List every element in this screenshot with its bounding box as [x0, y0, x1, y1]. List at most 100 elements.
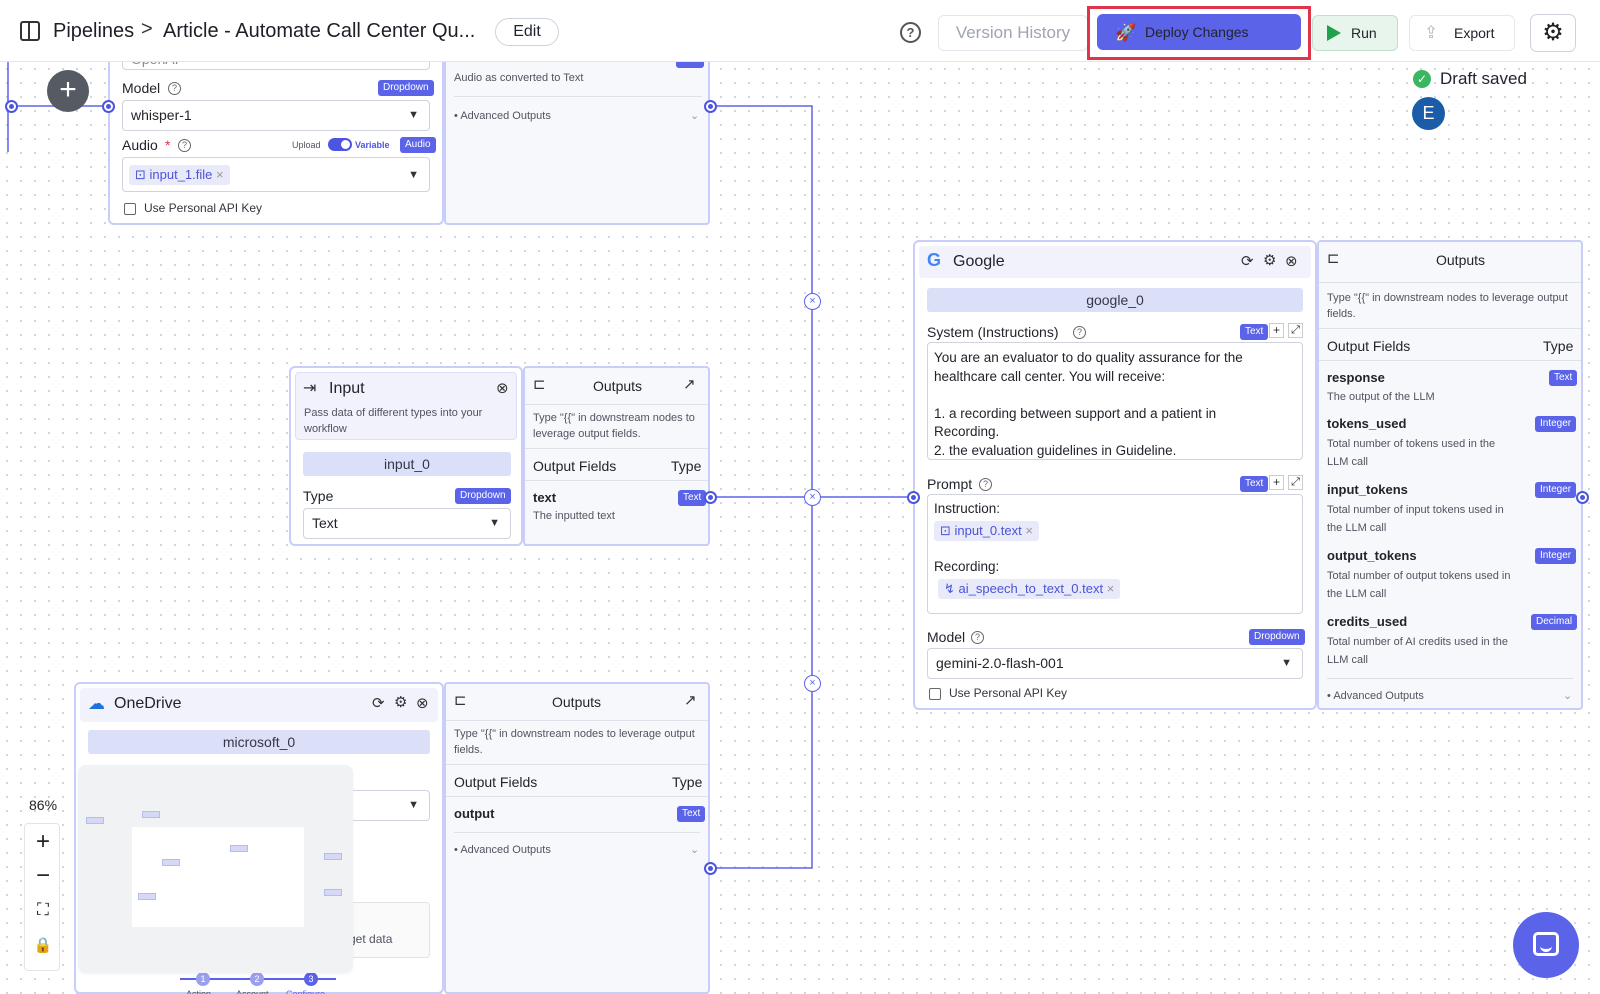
connection-port[interactable] [5, 100, 18, 113]
edge-delete-icon[interactable]: × [804, 675, 821, 692]
run-button[interactable]: Run [1312, 15, 1398, 51]
system-instructions-textarea[interactable]: You are an evaluator to do quality assur… [927, 342, 1303, 460]
step-3[interactable]: 3 [304, 972, 318, 986]
help-icon[interactable]: ? [1073, 326, 1086, 339]
export-button[interactable]: ⇪ Export [1409, 15, 1515, 51]
chevron-down-icon[interactable]: ⌄ [1563, 688, 1572, 704]
node-title: Input [329, 380, 365, 397]
help-icon[interactable]: ? [971, 631, 984, 644]
personal-key-checkbox[interactable] [124, 203, 136, 215]
edit-button[interactable]: Edit [495, 18, 559, 46]
gear-icon[interactable]: ⚙ [1263, 253, 1276, 269]
edge-delete-icon[interactable]: × [804, 489, 821, 506]
refresh-icon[interactable]: ⟳ [1241, 254, 1254, 270]
chevron-down-icon[interactable]: ⌄ [690, 842, 699, 858]
connection-port[interactable] [1576, 491, 1589, 504]
node-id-badge[interactable]: google_0 [927, 288, 1303, 312]
close-icon[interactable]: ⊗ [416, 696, 429, 712]
connection-port[interactable] [102, 100, 115, 113]
help-icon[interactable]: ? [168, 82, 181, 95]
divider [454, 96, 702, 97]
minimap-node [142, 811, 160, 818]
minimap-node [324, 889, 342, 896]
prompt-instruction-text: Instruction: [934, 501, 1001, 516]
chip-remove-icon[interactable]: × [1025, 523, 1033, 538]
help-icon[interactable]: ? [178, 139, 191, 152]
collapse-panel-icon[interactable]: ⊏ [454, 693, 467, 709]
rocket-icon: 🚀 [1115, 23, 1137, 42]
collapse-panel-icon[interactable]: ⊏ [533, 377, 546, 393]
variable-option-label: Variable [355, 140, 390, 150]
node-title: OneDrive [114, 695, 182, 712]
close-icon[interactable]: ⊗ [496, 381, 509, 397]
advanced-outputs-toggle[interactable]: • Advanced Outputs [454, 108, 551, 124]
add-node-button[interactable]: + [47, 70, 89, 112]
input-node[interactable]: ⇥ Input ⊗ Pass data of different types i… [289, 366, 523, 546]
add-icon[interactable]: + [1269, 323, 1284, 338]
output-field-desc: Total number of input tokens used in the… [1327, 504, 1504, 534]
breadcrumb-pipelines[interactable]: Pipelines [53, 20, 134, 43]
minimap-viewport[interactable] [132, 827, 304, 927]
personal-key-checkbox[interactable] [929, 688, 941, 700]
version-history-button[interactable]: Version History [938, 15, 1088, 51]
prompt-variable-chip[interactable]: ↯ ai_speech_to_text_0.text × [938, 579, 1121, 599]
speech-to-text-node[interactable]: OpenAI Model ? Dropdown whisper-1 ▼ Audi… [108, 40, 444, 225]
connection-port[interactable] [704, 491, 717, 504]
audio-input-select[interactable]: ⊡ input_1.file × ▼ [122, 157, 430, 192]
chevron-down-icon: ▼ [489, 517, 500, 529]
zoom-out-icon[interactable]: − [25, 862, 61, 890]
divider [446, 720, 708, 721]
lock-icon[interactable]: 🔒 [25, 936, 61, 954]
open-external-icon[interactable]: ↗ [684, 693, 697, 709]
step-1[interactable]: 1 [196, 972, 210, 986]
divider [454, 832, 700, 833]
chevron-down-icon[interactable]: ⌄ [690, 108, 699, 124]
audio-variable-chip[interactable]: ⊡ input_1.file × [129, 165, 230, 185]
open-external-icon[interactable]: ↗ [683, 377, 696, 393]
connection-port[interactable] [704, 100, 717, 113]
model-select[interactable]: gemini-2.0-flash-001 ▼ [927, 648, 1303, 679]
deploy-changes-button[interactable]: 🚀 Deploy Changes [1097, 14, 1301, 50]
type-select[interactable]: Text ▼ [303, 508, 511, 539]
chip-remove-icon[interactable]: × [216, 167, 224, 182]
avatar[interactable]: E [1412, 97, 1445, 130]
minimap[interactable] [78, 765, 353, 973]
node-id-badge[interactable]: input_0 [303, 452, 511, 476]
connection-port[interactable] [704, 862, 717, 875]
node-id-badge[interactable]: microsoft_0 [88, 730, 430, 754]
settings-button[interactable]: ⚙ [1530, 14, 1576, 52]
help-icon[interactable]: ? [979, 478, 992, 491]
refresh-icon[interactable]: ⟳ [372, 696, 385, 712]
minimap-node [86, 817, 104, 824]
fit-view-icon[interactable]: ⛶ [25, 900, 61, 920]
gear-icon[interactable]: ⚙ [394, 695, 407, 711]
minimap-node [138, 893, 156, 900]
collapse-panel-icon[interactable]: ⊏ [1327, 251, 1340, 267]
connection-port[interactable] [907, 491, 920, 504]
output-field-name: response [1327, 370, 1385, 385]
divider [1319, 282, 1581, 283]
close-icon[interactable]: ⊗ [1285, 254, 1298, 270]
chip-remove-icon[interactable]: × [1107, 581, 1115, 596]
step-2[interactable]: 2 [250, 972, 264, 986]
help-icon[interactable]: ? [900, 22, 921, 43]
upload-variable-toggle[interactable] [328, 138, 352, 151]
advanced-outputs-toggle[interactable]: • Advanced Outputs [454, 842, 551, 858]
prompt-variable-chip[interactable]: ⊡ input_0.text × [934, 521, 1039, 541]
advanced-outputs-toggle[interactable]: • Advanced Outputs [1327, 688, 1424, 704]
expand-icon[interactable]: ⤢ [1288, 475, 1303, 490]
zoom-in-icon[interactable]: + [25, 828, 61, 856]
minimap-node [230, 845, 248, 852]
google-llm-node[interactable]: G Google ⟳ ⚙ ⊗ google_0 System (Instruct… [913, 240, 1317, 710]
add-icon[interactable]: + [1269, 475, 1284, 490]
model-select[interactable]: whisper-1 ▼ [122, 100, 430, 131]
sidebar-toggle-icon[interactable] [20, 21, 40, 41]
output-field-desc: Total number of tokens used in the LLM c… [1327, 438, 1496, 468]
output-type-tag: Text [1549, 370, 1578, 386]
action-select[interactable]: ▼ [346, 790, 430, 821]
chat-support-button[interactable] [1513, 912, 1579, 978]
trigger-card[interactable]: get data [346, 902, 430, 958]
prompt-textarea[interactable]: Instruction: ⊡ input_0.text × Recording:… [927, 494, 1303, 614]
edge-delete-icon[interactable]: × [804, 293, 821, 310]
expand-icon[interactable]: ⤢ [1288, 323, 1303, 338]
